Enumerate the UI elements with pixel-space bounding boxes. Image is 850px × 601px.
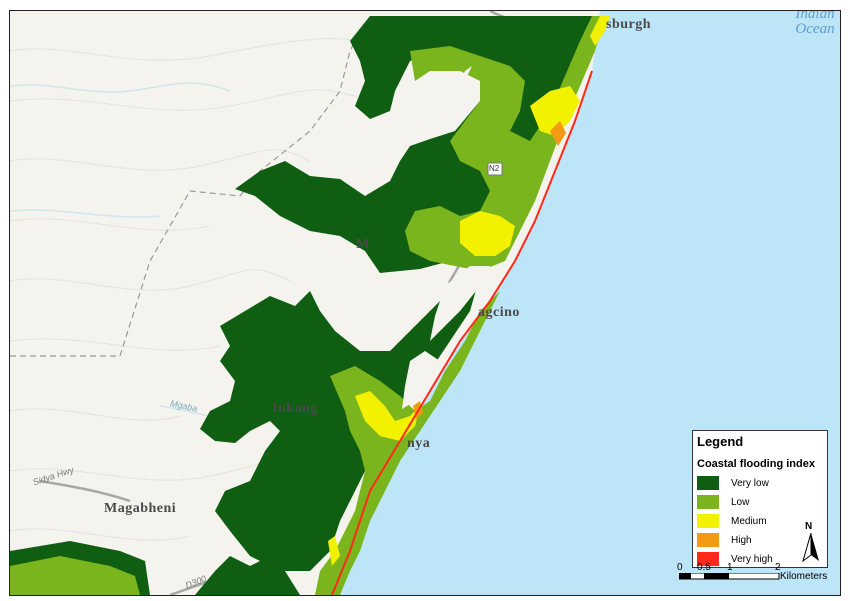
rivers bbox=[10, 82, 231, 422]
place-label-magabheni: Magabheni bbox=[104, 501, 177, 516]
legend-item-low: Low bbox=[697, 495, 749, 509]
legend-item-very-low: Very low bbox=[697, 476, 769, 490]
scale-tick-0-5: 0.5 bbox=[697, 562, 711, 573]
north-arrow-label: N bbox=[805, 521, 813, 532]
legend-label-high: High bbox=[731, 534, 752, 546]
north-arrow: N bbox=[801, 521, 821, 563]
scale-tick-0: 0 bbox=[677, 562, 683, 573]
place-label-m: M bbox=[356, 237, 370, 252]
north-arrow-icon bbox=[802, 533, 819, 563]
legend-swatch-very-low bbox=[697, 476, 719, 490]
legend-item-medium: Medium bbox=[697, 514, 767, 528]
map-legend: Legend Coastal flooding index Very low L… bbox=[692, 430, 828, 568]
legend-title: Legend bbox=[697, 434, 744, 449]
scale-unit: Kilometers bbox=[780, 571, 828, 582]
legend-swatch-low bbox=[697, 495, 719, 509]
ocean-label-line2: Ocean bbox=[795, 21, 835, 37]
scale-bar-graphic bbox=[679, 573, 780, 580]
place-label-agcino: agcino bbox=[478, 305, 520, 320]
ocean-label: Indian Ocean bbox=[780, 11, 840, 37]
scale-tick-1: 1 bbox=[727, 562, 733, 573]
legend-swatch-high bbox=[697, 533, 719, 547]
legend-label-very-low: Very low bbox=[731, 477, 769, 489]
legend-item-high: High bbox=[697, 533, 752, 547]
legend-subtitle: Coastal flooding index bbox=[697, 458, 815, 470]
place-label-nya: nya bbox=[407, 436, 431, 451]
legend-label-low: Low bbox=[731, 496, 750, 508]
legend-swatch-medium bbox=[697, 514, 719, 528]
place-label-sburgh: sburgh bbox=[606, 17, 652, 32]
place-label-inkang: Inkang bbox=[272, 401, 318, 416]
map-frame: N2 Indian Ocean sburgh M agcino Inkang n… bbox=[9, 10, 841, 596]
n2-route-label: N2 bbox=[489, 164, 500, 173]
scale-bar: 0 0.5 1 2 Kilometers bbox=[677, 562, 837, 588]
legend-label-medium: Medium bbox=[731, 515, 767, 527]
